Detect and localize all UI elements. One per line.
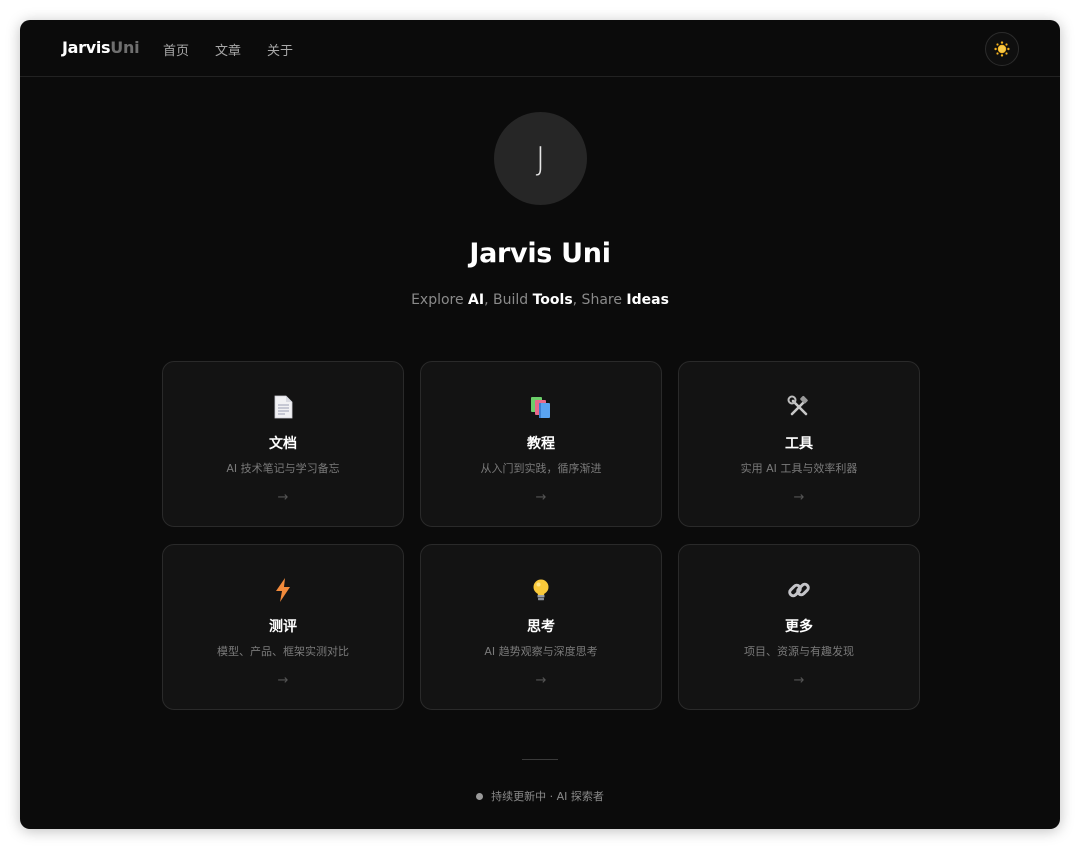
avatar: J [494,112,587,205]
tagline-bold-ideas: Ideas [626,292,669,308]
card-title: 文档 [269,436,297,452]
tagline-bold-ai: AI [468,292,485,308]
tagline-text-1: Explore [411,292,469,308]
card-thoughts[interactable]: 思考 AI 趋势观察与深度思考 → [420,544,662,710]
nav-link-about[interactable]: 关于 [267,40,293,59]
card-description: 从入门到实践，循序渐进 [480,462,602,475]
link-icon [788,582,810,598]
card-description: AI 技术笔记与学习备忘 [226,462,340,475]
arrow-right-icon: → [535,490,547,505]
arrow-right-icon: → [277,673,289,688]
arrow-right-icon: → [535,673,547,688]
brand-logo[interactable]: JarvisUni [62,38,140,57]
nav-link-articles[interactable]: 文章 [215,40,241,59]
theme-toggle-button[interactable] [985,32,1019,66]
card-docs[interactable]: 文档 AI 技术笔记与学习备忘 → [162,361,404,527]
card-title: 工具 [785,436,813,452]
card-description: 模型、产品、框架实测对比 [217,645,349,658]
top-nav: JarvisUni 首页 文章 关于 [20,20,1060,77]
tagline-text-2: , Build [484,292,533,308]
arrow-right-icon: → [793,673,805,688]
lightning-icon [276,578,290,602]
card-description: 实用 AI 工具与效率利器 [740,462,858,475]
page-title: Jarvis Uni [469,238,611,269]
footer-divider [522,759,558,760]
nav-link-home[interactable]: 首页 [163,40,189,59]
card-more[interactable]: 更多 项目、资源与有趣发现 → [678,544,920,710]
books-icon [531,397,550,418]
brand-main: Jarvis [62,38,111,57]
arrow-right-icon: → [277,490,289,505]
tagline: Explore AI, Build Tools, Share Ideas [20,292,1060,308]
lightbulb-icon [533,579,549,601]
card-title: 教程 [527,436,555,452]
card-tools[interactable]: 工具 实用 AI 工具与效率利器 → [678,361,920,527]
tagline-bold-tools: Tools [532,292,573,308]
status-dot-icon [476,792,484,800]
document-icon [274,395,293,419]
card-title: 更多 [785,619,813,635]
card-reviews[interactable]: 测评 模型、产品、框架实测对比 → [162,544,404,710]
sun-icon [994,41,1010,57]
tagline-text-3: , Share [572,292,627,308]
brand-accent: Uni [110,38,140,57]
app-window: JarvisUni 首页 文章 关于 J Jarvis Uni Explore … [20,20,1060,829]
footer-text: 持续更新中 · AI 探索者 [491,790,604,803]
tools-icon [787,395,808,416]
card-tutorials[interactable]: 教程 从入门到实践，循序渐进 → [420,361,662,527]
card-description: 项目、资源与有趣发现 [744,645,854,658]
card-title: 思考 [527,619,555,635]
footer: 持续更新中 · AI 探索者 [20,788,1060,804]
arrow-right-icon: → [793,490,805,505]
card-title: 测评 [269,619,297,635]
card-description: AI 趋势观察与深度思考 [484,645,598,658]
nav-links: 首页 文章 关于 [163,40,319,59]
